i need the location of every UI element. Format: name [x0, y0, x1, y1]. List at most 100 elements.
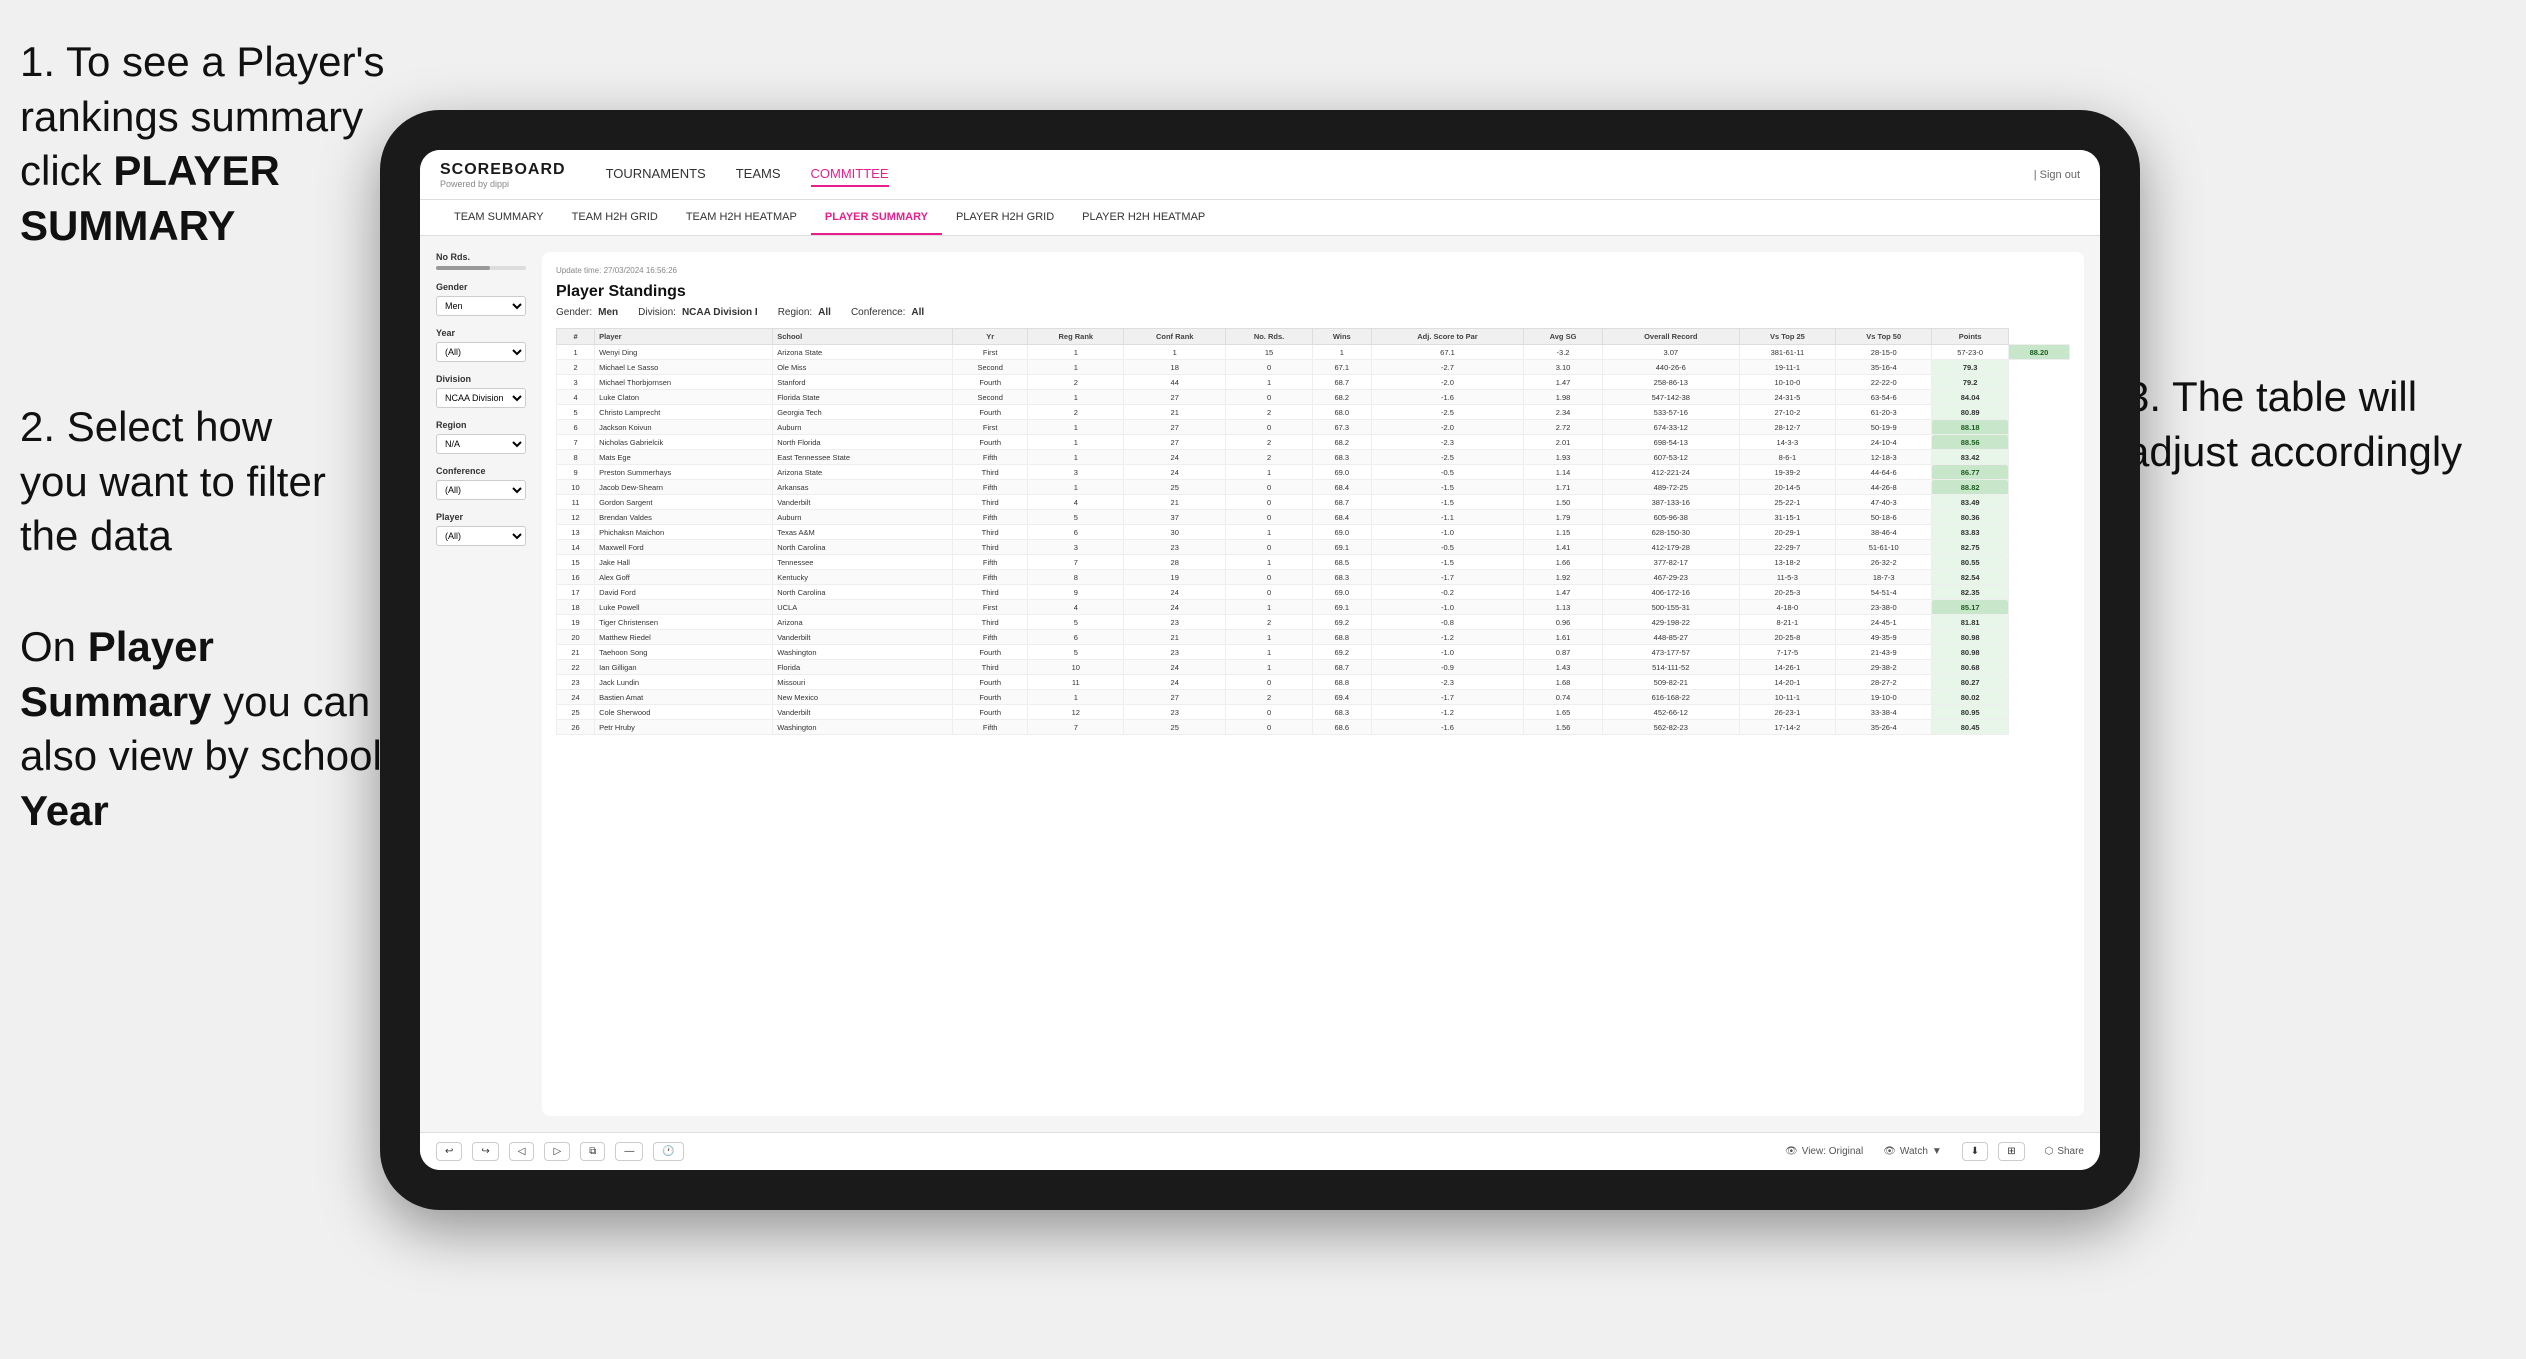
division-select[interactable]: NCAA Division I — [436, 388, 526, 408]
nav-tournaments[interactable]: TOURNAMENTS — [606, 162, 706, 187]
table-scroll-area[interactable]: # Player School Yr Reg Rank Conf Rank No… — [556, 328, 2070, 1102]
cell-value: 1 — [1028, 420, 1124, 435]
cell-value: 605-96-38 — [1602, 510, 1739, 525]
subnav-player-summary[interactable]: PLAYER SUMMARY — [811, 200, 942, 235]
conference-label: Conference — [436, 466, 526, 476]
school-name: Vanderbilt — [773, 705, 953, 720]
cell-value: 63-54-6 — [1836, 390, 1932, 405]
year-select[interactable]: (All) First Second Third Fourth Fifth — [436, 342, 526, 362]
cell-value: 67.1 — [1312, 360, 1371, 375]
cell-value: 5 — [1028, 645, 1124, 660]
logo-area: SCOREBOARD Powered by dippi — [440, 161, 566, 189]
cell-value: 20-25-8 — [1739, 630, 1835, 645]
no-rds-label: No Rds. — [436, 252, 526, 262]
cell-value: 20-25-3 — [1739, 585, 1835, 600]
region-select[interactable]: N/A — [436, 434, 526, 454]
table-row: 4Luke ClatonFlorida StateSecond127068.2-… — [557, 390, 2070, 405]
watch-btn[interactable]: 👁 Watch ▼ — [1883, 1146, 1942, 1157]
player-name: Matthew Riedel — [595, 630, 773, 645]
nav-teams[interactable]: TEAMS — [736, 162, 781, 187]
cell-value: 68.8 — [1312, 675, 1371, 690]
school-name: Arkansas — [773, 480, 953, 495]
cell-value: 514-111-52 — [1602, 660, 1739, 675]
cell-value: 17 — [557, 585, 595, 600]
back-btn[interactable]: ◁ — [509, 1142, 535, 1161]
undo-btn[interactable]: ↩ — [436, 1142, 462, 1161]
cell-value: -3.2 — [1524, 345, 1603, 360]
player-select[interactable]: (All) — [436, 526, 526, 546]
table-row: 6Jackson KoivunAuburnFirst127067.3-2.02.… — [557, 420, 2070, 435]
school-name: Missouri — [773, 675, 953, 690]
table-row: 15Jake HallTennesseeFifth728168.5-1.51.6… — [557, 555, 2070, 570]
cell-value: -2.7 — [1371, 360, 1523, 375]
cell-value: 61-20-3 — [1836, 405, 1932, 420]
cell-value: Fourth — [952, 645, 1028, 660]
logo-text: SCOREBOARD — [440, 161, 566, 179]
data-table: # Player School Yr Reg Rank Conf Rank No… — [556, 328, 2070, 735]
copy-btn[interactable]: ⧉ — [580, 1142, 605, 1161]
subnav-team-summary[interactable]: TEAM SUMMARY — [440, 200, 558, 235]
cell-value: Fourth — [952, 705, 1028, 720]
step-bottom-prefix: On — [20, 623, 88, 670]
col-no-rds: No. Rds. — [1226, 329, 1313, 345]
cell-value: 23 — [1124, 705, 1226, 720]
col-reg-rank: Reg Rank — [1028, 329, 1124, 345]
nav-committee[interactable]: COMMITTEE — [811, 162, 889, 187]
table-row: 11Gordon SargentVanderbiltThird421068.7-… — [557, 495, 2070, 510]
cell-value: 3.10 — [1524, 360, 1603, 375]
cell-value: -1.0 — [1371, 645, 1523, 660]
cell-value: 69.2 — [1312, 645, 1371, 660]
cell-value: 68.3 — [1312, 450, 1371, 465]
step3-text: The table will adjust accordingly — [2126, 373, 2462, 475]
col-points: Points — [1932, 329, 2009, 345]
cell-value: 18 — [557, 600, 595, 615]
redo-btn[interactable]: ↪ — [472, 1142, 498, 1161]
rds-slider[interactable] — [436, 266, 526, 270]
dash-btn[interactable]: — — [615, 1142, 643, 1161]
subnav-team-h2h-grid[interactable]: TEAM H2H GRID — [558, 200, 672, 235]
player-name: Petr Hruby — [595, 720, 773, 735]
gender-filter: Gender Men Women — [436, 282, 526, 316]
col-vs-top50: Vs Top 50 — [1836, 329, 1932, 345]
subnav-team-h2h-heatmap[interactable]: TEAM H2H HEATMAP — [672, 200, 811, 235]
filter-region-label: Region: — [778, 307, 812, 318]
year-filter: Year (All) First Second Third Fourth Fif… — [436, 328, 526, 362]
cell-value: Third — [952, 660, 1028, 675]
cell-value: 0 — [1226, 720, 1313, 735]
download-btn[interactable]: ⬇ — [1962, 1142, 1988, 1161]
points-value: 88.20 — [2008, 345, 2069, 360]
cell-value: 440-26-6 — [1602, 360, 1739, 375]
cell-value: 54-51-4 — [1836, 585, 1932, 600]
clock-btn[interactable]: 🕐 — [653, 1142, 683, 1161]
cell-value: -2.5 — [1371, 405, 1523, 420]
conference-select[interactable]: (All) — [436, 480, 526, 500]
cell-value: 0 — [1226, 390, 1313, 405]
points-value: 88.82 — [1932, 480, 2009, 495]
cell-value: 616-168-22 — [1602, 690, 1739, 705]
conference-filter: Conference (All) — [436, 466, 526, 500]
cell-value: 24 — [1124, 660, 1226, 675]
print-btn[interactable]: ⊞ — [1998, 1142, 2024, 1161]
cell-value: -0.5 — [1371, 465, 1523, 480]
points-value: 88.18 — [1932, 420, 2009, 435]
gender-select[interactable]: Men Women — [436, 296, 526, 316]
subnav-player-h2h-grid[interactable]: PLAYER H2H GRID — [942, 200, 1068, 235]
cell-value: 21-43-9 — [1836, 645, 1932, 660]
share-btn[interactable]: ⬡ Share — [2045, 1146, 2084, 1157]
instruction-3: 3. The table will adjust accordingly — [2126, 370, 2506, 479]
subnav-player-h2h-heatmap[interactable]: PLAYER H2H HEATMAP — [1068, 200, 1219, 235]
cell-value: 23 — [557, 675, 595, 690]
forward-btn[interactable]: ▷ — [544, 1142, 570, 1161]
cell-value: 1 — [1312, 345, 1371, 360]
cell-value: 27 — [1124, 420, 1226, 435]
cell-value: 69.1 — [1312, 600, 1371, 615]
cell-value: 8 — [557, 450, 595, 465]
cell-value: 2 — [1028, 375, 1124, 390]
player-name: Bastien Amat — [595, 690, 773, 705]
sign-out-link[interactable]: | Sign out — [2034, 169, 2080, 181]
table-row: 19Tiger ChristensenArizonaThird523269.2-… — [557, 615, 2070, 630]
points-value: 88.56 — [1932, 435, 2009, 450]
cell-value: 19-39-2 — [1739, 465, 1835, 480]
cell-value: 0 — [1226, 360, 1313, 375]
cell-value: 7-17-5 — [1739, 645, 1835, 660]
